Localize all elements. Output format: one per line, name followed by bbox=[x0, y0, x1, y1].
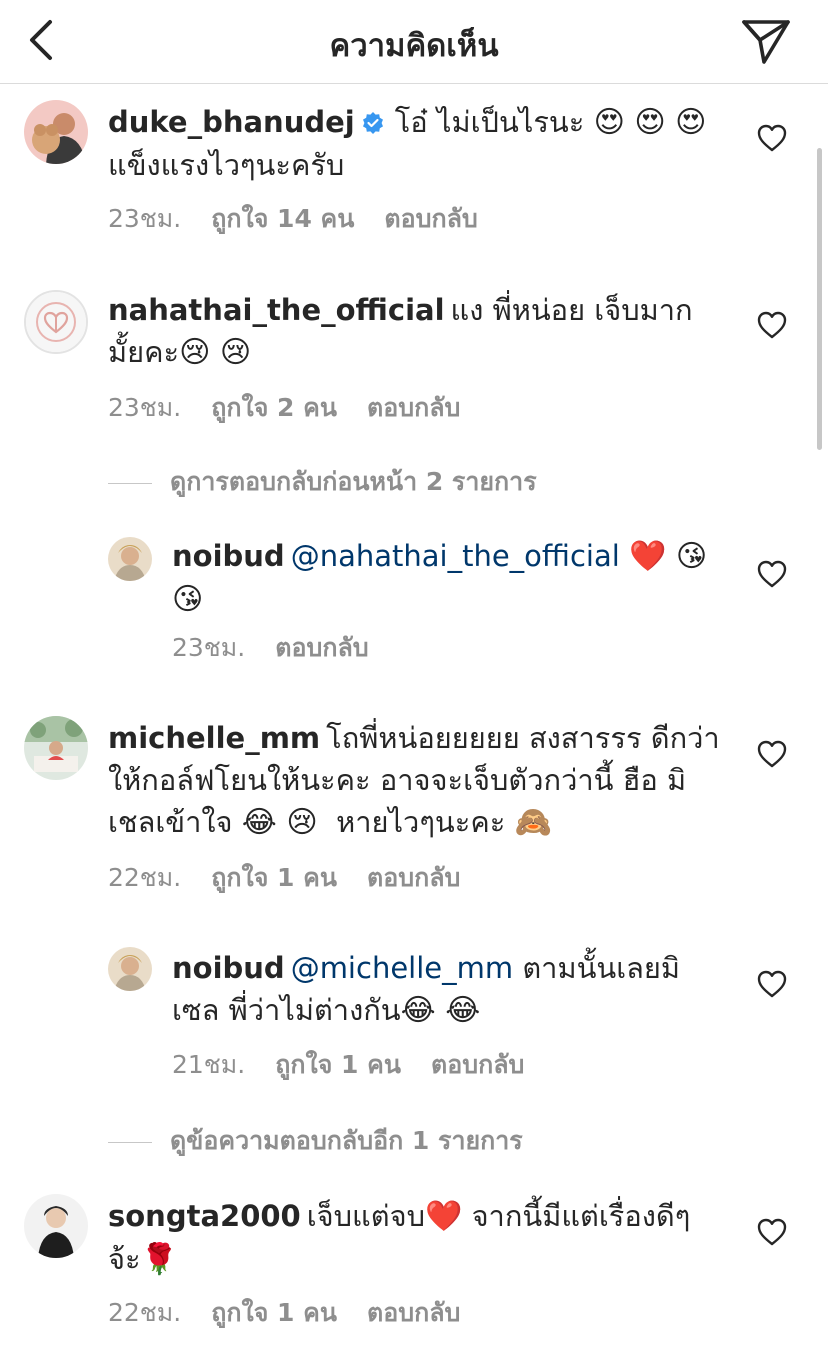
emoji: 😘 bbox=[172, 582, 204, 617]
comment-likes[interactable]: ถูกใจ 2 คน bbox=[211, 393, 337, 422]
heart-icon[interactable] bbox=[757, 124, 787, 152]
avatar[interactable] bbox=[108, 947, 152, 991]
reply-button[interactable]: ตอบกลับ bbox=[367, 863, 460, 892]
comment-username[interactable]: noibud bbox=[172, 951, 285, 985]
comment-likes[interactable]: ถูกใจ 14 คน bbox=[211, 204, 354, 233]
heart-icon[interactable] bbox=[757, 740, 787, 768]
comment-username[interactable]: duke_bhanudej bbox=[108, 105, 355, 139]
emoji: 😢 😢 bbox=[179, 335, 252, 370]
comment-time: 22ชม. bbox=[108, 863, 182, 892]
comment-likes[interactable]: ถูกใจ 1 คน bbox=[275, 1050, 401, 1079]
paper-plane-icon bbox=[742, 20, 790, 64]
divider-line bbox=[108, 482, 152, 484]
comment-username[interactable]: songta2000 bbox=[108, 1199, 301, 1233]
comment-time: 23ชม. bbox=[172, 633, 246, 662]
page-title: ความคิดเห็น bbox=[329, 28, 499, 64]
scrollbar[interactable] bbox=[817, 148, 822, 450]
comment-time: 23ชม. bbox=[108, 204, 182, 233]
heart-icon[interactable] bbox=[757, 560, 787, 588]
emoji: ❤️ bbox=[424, 1199, 463, 1234]
reply-button[interactable]: ตอบกลับ bbox=[367, 393, 460, 422]
comment-time: 22ชม. bbox=[108, 1298, 182, 1327]
emoji: 😂 😢 bbox=[241, 805, 318, 840]
comment-meta: 22ชม. ถูกใจ 1 คน ตอบกลับ bbox=[108, 858, 490, 898]
emoji: ❤️ 😘 bbox=[629, 539, 708, 574]
comment-text: songta2000 เจ็บแต่จบ❤️ จากนี้มีแต่เรื่องด… bbox=[108, 1199, 691, 1277]
comment-username[interactable]: michelle_mm bbox=[108, 721, 320, 755]
view-more-replies-button[interactable]: ดูข้อความตอบกลับอีก 1 รายการ bbox=[108, 1121, 523, 1155]
share-button[interactable] bbox=[740, 16, 792, 66]
comment-text: noibud @nahathai_the_official ❤️ 😘 😘 bbox=[172, 535, 732, 621]
avatar[interactable] bbox=[108, 537, 152, 581]
mention-link[interactable]: @michelle_mm bbox=[291, 951, 513, 985]
heart-icon[interactable] bbox=[757, 311, 787, 339]
comment-text: duke_bhanudej โอ๋ ไม่เป็นไรนะ 😍 😍 😍 แข็งแ… bbox=[108, 105, 707, 182]
comment-text: nahathai_the_official แง พี่หน่อย เจ็บมาก… bbox=[108, 293, 693, 370]
reply-button[interactable]: ตอบกลับ bbox=[275, 633, 368, 662]
emoji: 🙈 bbox=[514, 805, 552, 840]
emoji: 😂 😂 bbox=[400, 993, 481, 1028]
comment-text: michelle_mm โถพี่หน่อยยยยย สงสารรร ดีกว่า… bbox=[108, 721, 720, 840]
comment-likes[interactable]: ถูกใจ 1 คน bbox=[211, 1298, 337, 1327]
comment-time: 23ชม. bbox=[108, 393, 182, 422]
reply-button[interactable]: ตอบกลับ bbox=[431, 1050, 524, 1079]
emoji: 😍 😍 😍 bbox=[593, 105, 707, 140]
divider-line bbox=[108, 1141, 152, 1143]
comment-meta: 23ชม. ถูกใจ 14 คน ตอบกลับ bbox=[108, 199, 508, 239]
comment-text: noibud @michelle_mm ตามนั้นเลยมิ เซล พี่ว… bbox=[172, 951, 681, 1028]
comment-likes[interactable]: ถูกใจ 1 คน bbox=[211, 863, 337, 892]
comment-meta: 22ชม. ถูกใจ 1 คน ตอบกลับ bbox=[108, 1293, 490, 1333]
mention-link[interactable]: @nahathai_the_official bbox=[291, 539, 620, 573]
reply-button[interactable]: ตอบกลับ bbox=[367, 1298, 460, 1327]
avatar[interactable] bbox=[24, 716, 88, 780]
avatar[interactable] bbox=[24, 1194, 88, 1258]
comment-meta: 23ชม. ถูกใจ 2 คน ตอบกลับ bbox=[108, 388, 490, 428]
heart-icon[interactable] bbox=[757, 970, 787, 998]
header-bar: ความคิดเห็น bbox=[0, 0, 828, 84]
verified-badge-icon bbox=[362, 112, 383, 134]
comment-meta: 21ชม. ถูกใจ 1 คน ตอบกลับ bbox=[172, 1045, 554, 1085]
avatar[interactable] bbox=[24, 100, 88, 164]
reply-button[interactable]: ตอบกลับ bbox=[384, 204, 477, 233]
emoji: 🌹 bbox=[140, 1242, 178, 1277]
view-previous-replies-button[interactable]: ดูการตอบกลับก่อนหน้า 2 รายการ bbox=[108, 462, 537, 496]
heart-icon[interactable] bbox=[757, 1218, 787, 1246]
comment-meta: 23ชม. ตอบกลับ bbox=[172, 628, 399, 668]
comment-time: 21ชม. bbox=[172, 1050, 246, 1079]
comment-username[interactable]: nahathai_the_official bbox=[108, 293, 445, 327]
avatar[interactable] bbox=[24, 290, 88, 354]
comment-username[interactable]: noibud bbox=[172, 539, 285, 573]
